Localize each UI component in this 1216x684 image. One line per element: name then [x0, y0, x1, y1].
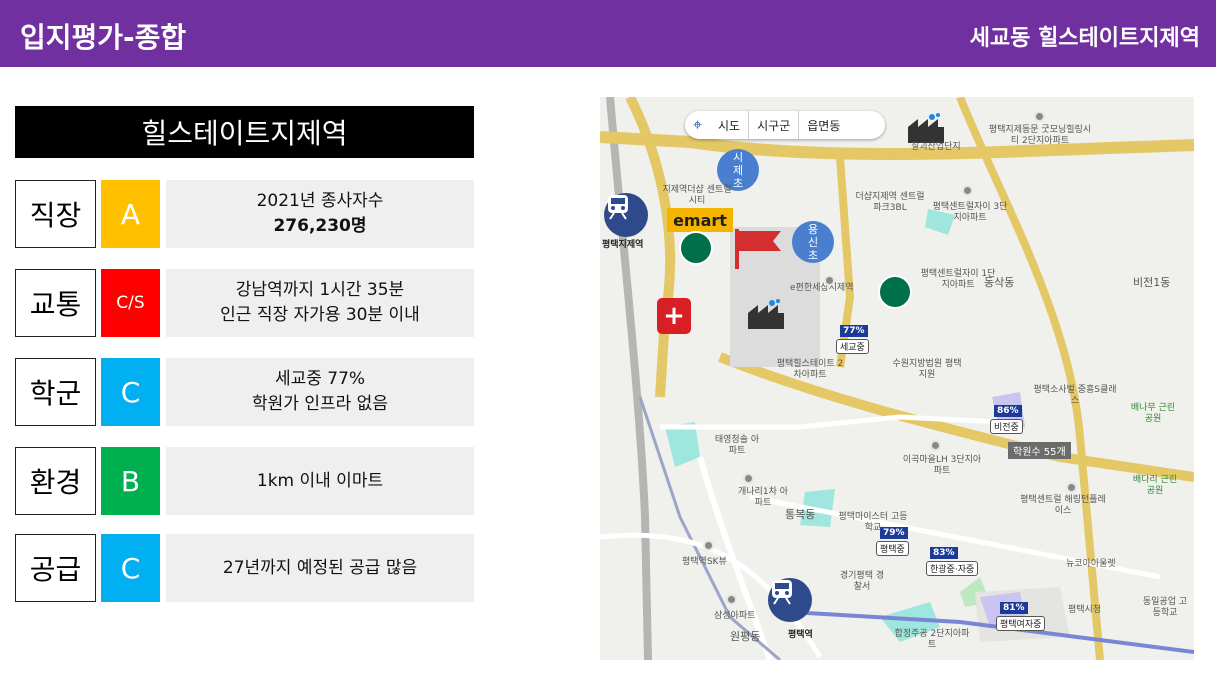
evaluation-row-transport: 교통 C/S 강남역까지 1시간 35분 인근 직장 자가용 30분 이내 — [15, 269, 474, 337]
description-line: 2021년 종사자수 — [256, 191, 384, 211]
station-label: 평택역 — [788, 630, 813, 640]
category-label: 교통 — [15, 269, 96, 337]
train-icon-pyeongtaek[interactable] — [768, 578, 812, 622]
place-label: 칠괴산업단지 — [911, 142, 961, 152]
academy-count-tag: 학원수 55개 — [1008, 442, 1071, 459]
evaluation-row-supply: 공급 C 27년까지 예정된 공급 많음 — [15, 534, 474, 602]
location-map[interactable]: ⌖ 시도 시구군 읍면동 시제초 용신초 emart + 평택지제역 평택역 7… — [600, 97, 1194, 660]
category-label: 직장 — [15, 180, 96, 248]
header-bar: 입지평가-종합 세교동 힐스테이트지제역 — [0, 0, 1216, 67]
emart-logo[interactable]: emart — [667, 208, 733, 232]
place-label: 평택소사벌 중흥S클래스 — [1033, 385, 1117, 406]
category-label: 학군 — [15, 358, 96, 426]
school-pct-badge[interactable]: 83% — [930, 547, 958, 559]
place-label: 평택지제동문 굿모닝힐링시티 2단지아파트 — [988, 125, 1092, 146]
description-box: 1km 이내 이마트 — [166, 447, 474, 515]
page-title: 입지평가-종합 — [20, 21, 187, 54]
description-line-bold: 276,230명 — [273, 216, 367, 236]
map-button-eupmyeondong[interactable]: 읍면동 — [798, 111, 848, 139]
map-button-sido[interactable]: 시도 — [710, 111, 748, 139]
description-box: 2021년 종사자수 276,230명 — [166, 180, 474, 248]
description-box: 강남역까지 1시간 35분 인근 직장 자가용 30분 이내 — [166, 269, 474, 337]
place-label: 평택센트럴 해링턴플레이스 — [1020, 495, 1106, 516]
factory-icon[interactable] — [748, 299, 784, 329]
place-pin-icon[interactable] — [1034, 111, 1045, 122]
page-subtitle: 세교동 힐스테이트지제역 — [969, 26, 1200, 51]
place-label: 원평동 — [730, 630, 761, 643]
place-pin-icon[interactable] — [703, 540, 714, 551]
description-line: 인근 직장 자가용 30분 이내 — [220, 305, 420, 325]
starbucks-icon[interactable] — [878, 275, 912, 309]
place-label: 통복동 — [785, 508, 816, 521]
school-circle-yongsin[interactable]: 용신초 — [792, 221, 834, 263]
place-label: 평택마이스터 고등학교 — [838, 512, 908, 533]
place-pin-icon[interactable] — [743, 473, 754, 484]
evaluation-row-environment: 환경 B 1km 이내 이마트 — [15, 447, 474, 515]
description-box: 세교중 77% 학원가 인프라 없음 — [166, 358, 474, 426]
school-name-tag: 한광중·자중 — [926, 561, 979, 576]
place-label: 개나리1차 아파트 — [738, 487, 788, 508]
place-label: e편한세상지제역 — [790, 283, 854, 293]
train-icon-jije[interactable] — [604, 193, 648, 237]
place-label: 더샵지제역 센트럴파크3BL — [855, 192, 925, 213]
description-line: 강남역까지 1시간 35분 — [235, 280, 405, 300]
category-label: 공급 — [15, 534, 96, 602]
place-label: 비전1동 — [1133, 276, 1171, 289]
description-line: 27년까지 예정된 공급 많음 — [222, 557, 418, 578]
grade-badge: C — [101, 534, 160, 602]
school-pct-badge[interactable]: 81% — [1000, 602, 1028, 614]
hospital-icon[interactable]: + — [657, 298, 691, 334]
school-name-tag: 평택중 — [876, 541, 909, 556]
school-pct-badge[interactable]: 77% — [840, 325, 868, 337]
grade-badge: C/S — [101, 269, 160, 337]
place-label: 동삭동 — [984, 276, 1015, 289]
description-line: 세교중 77% — [274, 369, 366, 389]
description-line: 1km 이내 이마트 — [256, 470, 384, 491]
grade-badge: A — [101, 180, 160, 248]
place-label: 배나무 근린공원 — [1130, 403, 1176, 424]
category-label: 환경 — [15, 447, 96, 515]
place-pin-icon[interactable] — [930, 440, 941, 451]
place-pin-icon[interactable] — [962, 185, 973, 196]
place-label: 평택센트럴자이 3단지아파트 — [932, 202, 1008, 223]
site-name-banner: 힐스테이트지제역 — [15, 106, 474, 158]
place-pin-icon[interactable] — [824, 275, 835, 286]
place-label: 평택힐스테이트 2차아파트 — [776, 359, 844, 380]
place-label: 경기평택 경찰서 — [839, 571, 885, 592]
place-label: 삼성아파트 — [714, 611, 756, 621]
place-label: 평택역SK뷰 — [682, 557, 727, 567]
school-pct-badge[interactable]: 86% — [994, 405, 1022, 417]
place-label: 지제역더샵 센트럴시티 — [662, 185, 732, 206]
school-name-tag: 비전중 — [990, 419, 1023, 434]
school-name-tag: 세교중 — [836, 339, 869, 354]
place-label: 뉴코아아울렛 — [1066, 559, 1116, 569]
starbucks-icon[interactable] — [679, 231, 713, 265]
description-box: 27년까지 예정된 공급 많음 — [166, 534, 474, 602]
map-button-sigungu[interactable]: 시구군 — [748, 111, 798, 139]
station-label: 평택지제역 — [602, 240, 644, 250]
place-label: 합정주공 2단지아파트 — [894, 629, 970, 650]
place-label: 평택시청 — [1068, 605, 1102, 615]
crosshair-icon[interactable]: ⌖ — [685, 111, 710, 139]
evaluation-row-work: 직장 A 2021년 종사자수 276,230명 — [15, 180, 474, 248]
place-label: 이곡마을LH 3단지아파트 — [902, 455, 982, 476]
place-label: 동일공업 고등학교 — [1142, 597, 1188, 618]
school-name-tag: 평택여자중 — [996, 616, 1046, 631]
place-label: 배다리 근린공원 — [1132, 475, 1178, 496]
factory-icon[interactable] — [908, 113, 944, 143]
place-pin-icon[interactable] — [1066, 482, 1077, 493]
place-label: 태영청솔 아파트 — [714, 435, 760, 456]
place-pin-icon[interactable] — [726, 594, 737, 605]
map-level-toggle: ⌖ 시도 시구군 읍면동 — [685, 111, 885, 139]
grade-badge: C — [101, 358, 160, 426]
place-label: 수원지방법원 평택지원 — [892, 359, 962, 380]
grade-badge: B — [101, 447, 160, 515]
description-line: 학원가 인프라 없음 — [252, 394, 388, 414]
flag-icon[interactable] — [733, 229, 783, 269]
evaluation-row-school: 학군 C 세교중 77% 학원가 인프라 없음 — [15, 358, 474, 426]
